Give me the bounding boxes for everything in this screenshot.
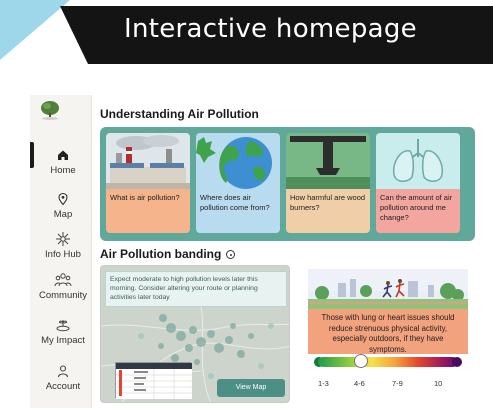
wood-burner-illustration [286, 133, 370, 189]
sidebar-item-label: Account [45, 381, 81, 392]
banding-title-text: Air Pollution banding [100, 247, 222, 261]
map-pin-icon [58, 192, 68, 206]
scale-label: 1-3 [318, 379, 329, 388]
park-runners-illustration [308, 269, 468, 309]
card-caption: Where does air pollution come from? [196, 189, 280, 233]
factory-illustration [106, 133, 190, 189]
tree-logo-icon[interactable] [39, 100, 61, 120]
info-icon[interactable] [226, 250, 236, 259]
sidebar-item-account[interactable]: Account [34, 363, 92, 392]
card-caption: How harmful are wood burners? [286, 189, 370, 233]
section-title-banding: Air Pollution banding [100, 247, 236, 261]
health-advice-text: Those with lung or heart issues should r… [308, 309, 468, 354]
sidebar-item-label: Info Hub [45, 249, 81, 260]
main-content: Understanding Air Pollution What is air … [92, 95, 493, 408]
sidebar-item-map[interactable]: Map [34, 191, 92, 220]
view-map-button[interactable]: View Map [217, 379, 285, 397]
info-card-amount-change[interactable]: Can the amount of air pollution around m… [376, 133, 460, 233]
sidebar-item-label: Home [50, 165, 76, 176]
legend-table-graphic [116, 363, 192, 399]
home-icon [58, 150, 68, 160]
info-card-wood-burners[interactable]: How harmful are wood burners? [286, 133, 370, 233]
card-caption: What is air pollution? [106, 189, 190, 233]
sidebar-item-community[interactable]: Community [34, 272, 92, 301]
sidebar-item-home[interactable]: Home [34, 147, 92, 176]
forecast-note: Expect moderate to high pollution levels… [105, 271, 287, 307]
info-hub-icon [56, 232, 70, 246]
pollution-map[interactable]: Expect moderate to high pollution levels… [100, 265, 290, 403]
slide-header: Interactive homepage [0, 0, 493, 70]
sidebar-item-label: Community [38, 290, 88, 301]
sidebar-item-my-impact[interactable]: My Impact [34, 317, 92, 346]
sidebar-item-label: My Impact [41, 335, 85, 346]
decorative-triangle [0, 0, 70, 60]
sidebar-item-label: Map [53, 209, 73, 220]
section-title-understanding: Understanding Air Pollution [100, 107, 259, 121]
current-band-marker [354, 354, 368, 368]
account-icon [57, 365, 69, 378]
info-card-where-from[interactable]: Where does air pollution come from? [196, 133, 280, 233]
info-card-what-is[interactable]: What is air pollution? [106, 133, 190, 233]
community-icon [54, 273, 72, 287]
lungs-illustration [376, 133, 460, 189]
globe-illustration [196, 133, 280, 189]
scale-end-dot [452, 357, 462, 367]
scale-label: 10 [434, 379, 443, 388]
scale-gradient-bar [318, 357, 458, 367]
app-window: Home Map Info Hub Community My Impact Ac… [30, 95, 493, 408]
info-cards-panel: What is air pollution? Where does air po… [100, 127, 475, 241]
slide-title: Interactive homepage [124, 14, 417, 44]
scale-label: 4-6 [354, 379, 365, 388]
map-legend-table [115, 362, 192, 399]
air-quality-scale: 1-3 4-6 7-9 10 [314, 354, 462, 405]
card-caption: Can the amount of air pollution around m… [376, 189, 460, 233]
scale-label: 7-9 [392, 379, 403, 388]
impact-icon [56, 320, 70, 332]
sidebar: Home Map Info Hub Community My Impact Ac… [30, 95, 92, 408]
sidebar-item-info-hub[interactable]: Info Hub [34, 231, 92, 260]
